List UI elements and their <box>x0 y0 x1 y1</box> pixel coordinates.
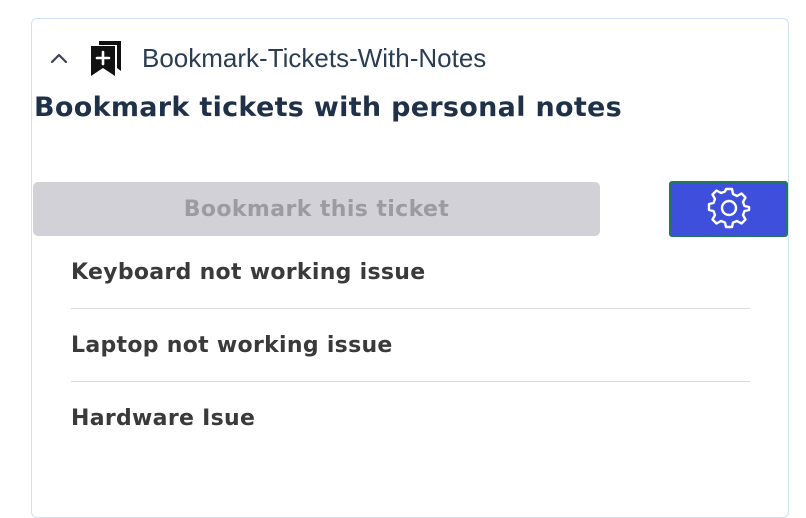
page-title: Bookmark tickets with personal notes <box>34 92 623 123</box>
gear-icon <box>705 183 753 235</box>
bookmark-add-icon <box>86 38 126 78</box>
chevron-up-icon[interactable] <box>48 47 70 69</box>
app-header[interactable]: Bookmark-Tickets-With-Notes <box>48 36 486 80</box>
bookmark-ticket-button[interactable]: Bookmark this ticket <box>33 182 600 236</box>
list-item[interactable]: Keyboard not working issue <box>71 236 750 309</box>
settings-button[interactable] <box>669 181 788 237</box>
bookmark-list: Keyboard not working issue Laptop not wo… <box>71 236 750 454</box>
list-item[interactable]: Laptop not working issue <box>71 309 750 382</box>
app-name: Bookmark-Tickets-With-Notes <box>142 42 487 73</box>
list-item[interactable]: Hardware Isue <box>71 382 750 454</box>
